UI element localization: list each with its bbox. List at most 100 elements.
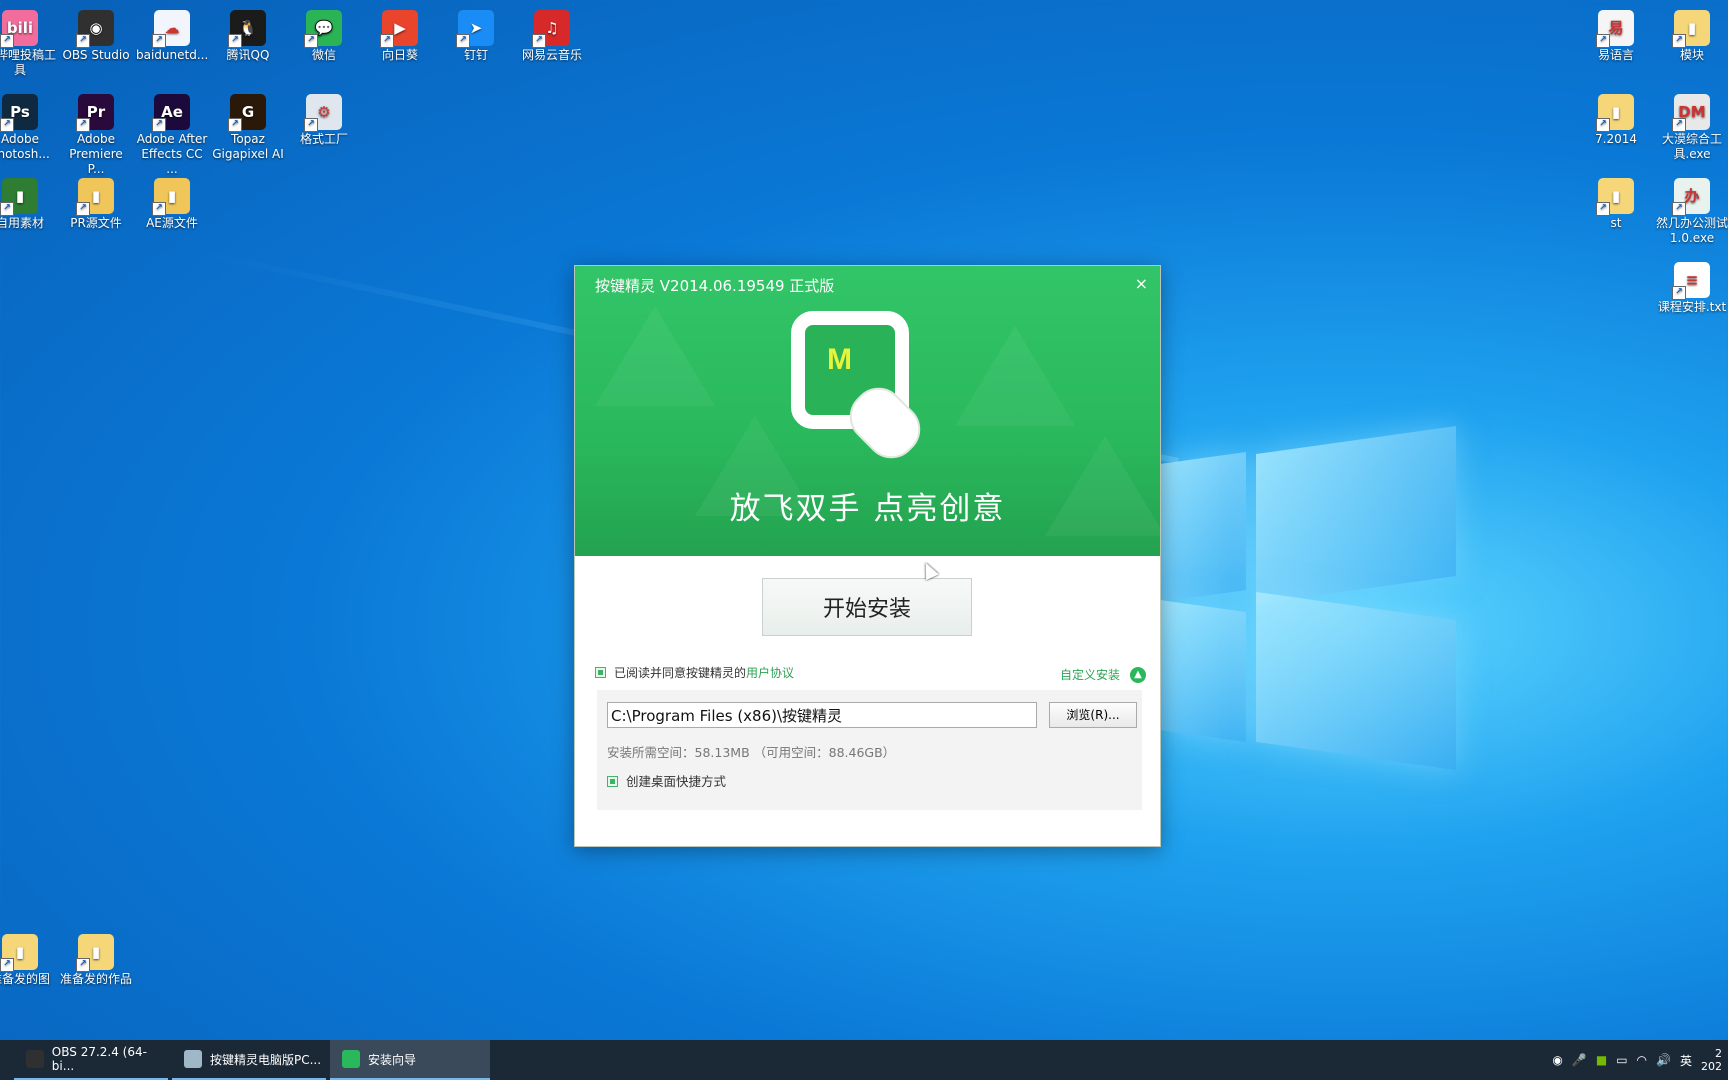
- ae-source-folder-shortcut[interactable]: ▮ ↗ AE源文件: [134, 174, 210, 231]
- start-install-button[interactable]: 开始安装: [762, 578, 972, 636]
- prepared-works-folder[interactable]: ▮ ↗ 准备发的作品: [58, 930, 134, 987]
- icon-label: 课程安排.txt: [1657, 300, 1727, 314]
- chevron-up-icon[interactable]: ▲: [1130, 666, 1146, 683]
- dingtalk-icon: ➤ ↗: [456, 10, 494, 48]
- app-icon: [26, 1050, 44, 1068]
- topaz-gigapixel-icon: G ↗: [228, 94, 266, 132]
- st-shortcut[interactable]: ▮ ↗ st: [1578, 174, 1654, 231]
- icon-label: 钉钉: [463, 48, 488, 62]
- bilibili-upload-tool-icon: bili ↗: [0, 10, 38, 48]
- prepared-images-folder[interactable]: ▮↗准备发的图: [0, 930, 58, 987]
- icon-label: PR源文件: [70, 216, 122, 230]
- shortcut-arrow-icon: ↗: [1672, 34, 1686, 48]
- netease-music-shortcut[interactable]: ♫ ↗ 网易云音乐: [514, 6, 590, 63]
- dm-tool-exe[interactable]: DM ↗ 大漠综合工具.exe: [1654, 90, 1728, 162]
- custom-install-label: 自定义安装: [1059, 668, 1120, 682]
- premiere-shortcut[interactable]: Pr ↗ Adobe Premiere P...: [58, 90, 134, 177]
- obs-studio-icon: ◉ ↗: [76, 10, 114, 48]
- nvidia-icon[interactable]: ■: [1596, 1053, 1607, 1067]
- install-options-panel: C:\Program Files (x86)\按键精灵 浏览(R)... 安装所…: [597, 690, 1142, 810]
- icon-label: OBS Studio: [62, 48, 130, 62]
- icon-label: Adobe After Effects CC ...: [136, 132, 208, 176]
- slogan: 放飞双手 点亮创意: [729, 491, 1006, 527]
- shortcut-arrow-icon: ↗: [1672, 202, 1686, 216]
- browse-button[interactable]: 浏览(R)...: [1049, 702, 1137, 728]
- shortcut-arrow-icon: ↗: [76, 202, 90, 216]
- logo-letter: M: [827, 343, 852, 376]
- shortcut-arrow-icon: ↗: [0, 34, 14, 48]
- format-factory-shortcut[interactable]: ⚙ ↗ 格式工厂: [286, 90, 362, 147]
- icon-label: 自用素材: [0, 216, 44, 230]
- battery-icon[interactable]: ▭: [1616, 1053, 1627, 1067]
- custom-install-toggle[interactable]: 自定义安装 ▲: [1060, 666, 1146, 683]
- photoshop-shortcut[interactable]: Ps↗Adobe Photosh...: [0, 90, 58, 162]
- bilibili-upload-tool-shortcut[interactable]: bili↗哩哔哩投稿工具: [0, 6, 58, 78]
- obs-studio-shortcut[interactable]: ◉ ↗ OBS Studio: [58, 6, 134, 63]
- taskbar: OBS 27.2.4 (64-bi... 按键精灵电脑版PC... 安装向导 ◉ 🎤…: [0, 1040, 1728, 1080]
- input-language[interactable]: 英: [1680, 1052, 1692, 1069]
- pr-source-folder-icon: ▮ ↗: [76, 178, 114, 216]
- app-icon: [342, 1050, 360, 1068]
- icon-label: 易语言: [1597, 48, 1634, 62]
- shortcut-arrow-icon: ↗: [228, 34, 242, 48]
- shortcut-arrow-icon: ↗: [532, 34, 546, 48]
- agreement-row: 已阅读并同意按键精灵的用户协议: [595, 664, 794, 681]
- office-test-icon: 办 ↗: [1672, 178, 1710, 216]
- shortcut-arrow-icon: ↗: [0, 118, 14, 132]
- baidunetdisk-icon: ☁ ↗: [152, 10, 190, 48]
- installer-window: 按键精灵 V2014.06.19549 正式版 × M 放飞双手 点亮创意 开始…: [574, 265, 1161, 847]
- taskbar-label: 安装向导: [368, 1052, 417, 1067]
- tencent-qq-shortcut[interactable]: 🐧 ↗ 腾讯QQ: [210, 6, 286, 63]
- shortcut-arrow-icon: ↗: [152, 118, 166, 132]
- shortcut-arrow-icon: ↗: [380, 34, 394, 48]
- schedule-txt[interactable]: ≡ ↗ 课程安排.txt: [1654, 258, 1728, 315]
- topaz-gigapixel-shortcut[interactable]: G ↗ Topaz Gigapixel AI: [210, 90, 286, 162]
- close-icon[interactable]: ×: [1135, 274, 1148, 293]
- after-effects-icon: Ae ↗: [152, 94, 190, 132]
- taskbar-label: OBS 27.2.4 (64-bi...: [51, 1045, 147, 1073]
- taskbar-install-wizard[interactable]: 安装向导: [330, 1040, 490, 1080]
- icon-label: Topaz Gigapixel AI: [212, 132, 284, 161]
- icon-label: 格式工厂: [299, 132, 348, 146]
- dm-tool-icon: DM ↗: [1672, 94, 1710, 132]
- icon-label: 大漠综合工具.exe: [1661, 132, 1722, 161]
- materials-folder-shortcut[interactable]: ▮ ↗ 自用素材: [0, 174, 58, 231]
- eyuyan-shortcut[interactable]: 易 ↗ 易语言: [1578, 6, 1654, 63]
- agree-checkbox[interactable]: [595, 667, 606, 678]
- premiere-icon: Pr ↗: [76, 94, 114, 132]
- microphone-icon[interactable]: 🎤: [1572, 1053, 1587, 1067]
- wechat-shortcut[interactable]: 💬 ↗ 微信: [286, 6, 362, 63]
- obs-tray-icon[interactable]: ◉: [1552, 1053, 1562, 1067]
- icon-label: baidunetd...: [136, 48, 209, 62]
- shortcut-checkbox[interactable]: [607, 776, 618, 787]
- volume-icon[interactable]: 🔊: [1656, 1053, 1671, 1067]
- icon-label: 然几办公测试1.0.exe: [1656, 216, 1728, 245]
- install-path-input[interactable]: C:\Program Files (x86)\按键精灵: [607, 702, 1037, 728]
- netease-music-icon: ♫ ↗: [532, 10, 570, 48]
- wechat-icon: 💬 ↗: [304, 10, 342, 48]
- prepared-works-icon: ▮ ↗: [76, 934, 114, 972]
- user-agreement-link[interactable]: 用户协议: [746, 666, 794, 680]
- module-folder[interactable]: ▮ ↗ 模块: [1654, 6, 1728, 63]
- icon-label: Adobe Photosh...: [0, 132, 50, 161]
- sunlogin-shortcut[interactable]: ▶ ↗ 向日葵: [362, 6, 438, 63]
- network-icon[interactable]: ◠: [1637, 1053, 1647, 1067]
- shortcut-arrow-icon: ↗: [152, 34, 166, 48]
- taskbar-ajjl-pc[interactable]: 按键精灵电脑版PC...: [172, 1040, 326, 1080]
- shortcut-arrow-icon: ↗: [1596, 34, 1610, 48]
- shortcut-arrow-icon: ↗: [1672, 118, 1686, 132]
- installer-title: 按键精灵 V2014.06.19549 正式版: [595, 277, 835, 295]
- clock[interactable]: 2 202: [1701, 1047, 1722, 1073]
- taskbar-obs[interactable]: OBS 27.2.4 (64-bi...: [14, 1040, 168, 1080]
- shortcut-arrow-icon: ↗: [228, 118, 242, 132]
- system-tray: ◉ 🎤 ■ ▭ ◠ 🔊 英 2 202: [1552, 1040, 1728, 1080]
- tencent-qq-icon: 🐧 ↗: [228, 10, 266, 48]
- pr-source-folder-shortcut[interactable]: ▮ ↗ PR源文件: [58, 174, 134, 231]
- folder-7-2014[interactable]: ▮ ↗ 7.2014: [1578, 90, 1654, 147]
- baidunetdisk-shortcut[interactable]: ☁ ↗ baidunetd...: [134, 6, 210, 63]
- shortcut-label: 创建桌面快捷方式: [626, 774, 727, 789]
- office-test-exe[interactable]: 办 ↗ 然几办公测试1.0.exe: [1654, 174, 1728, 246]
- after-effects-shortcut[interactable]: Ae ↗ Adobe After Effects CC ...: [134, 90, 210, 177]
- dingtalk-shortcut[interactable]: ➤ ↗ 钉钉: [438, 6, 514, 63]
- shortcut-arrow-icon: ↗: [1596, 118, 1610, 132]
